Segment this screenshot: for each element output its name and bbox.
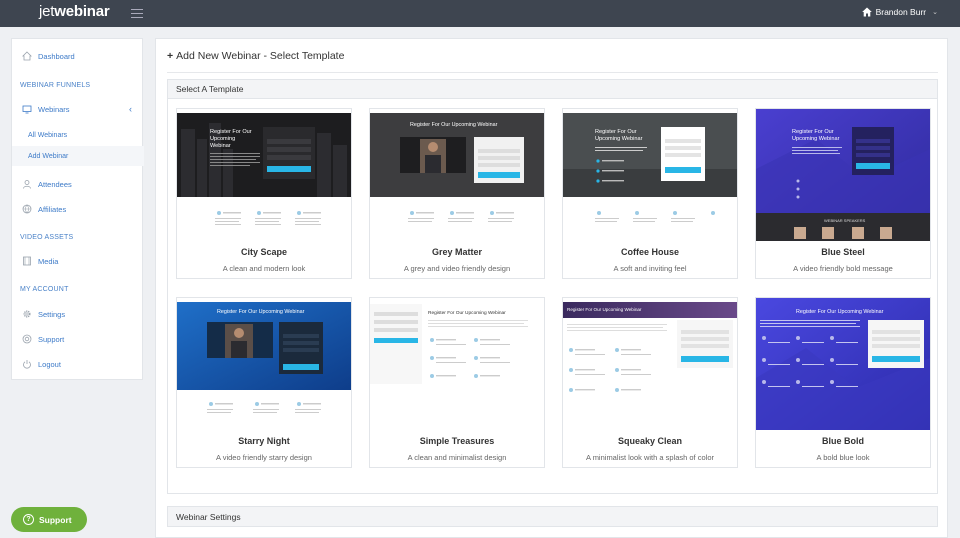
section-my-account: MY ACCOUNT [20,286,69,293]
sidebar-label: Support [38,334,65,344]
template-thumbnail: Register For Our Upcoming Webinar [563,298,737,430]
gear-icon [23,310,31,318]
template-thumbnail: Register For Our Upcoming Webinar WEBINA… [756,109,930,241]
template-description: A clean and modern look [222,264,306,273]
sidebar-item-attendees[interactable]: Attendees [12,173,144,195]
svg-text:WEBINAR SPEAKERS: WEBINAR SPEAKERS [824,218,866,223]
template-panel-header: Select A Template [168,80,937,99]
template-name: Starry Night [238,436,290,446]
support-button[interactable]: ? Support [11,507,87,532]
user-menu[interactable]: Brandon Burr ⌄ [861,7,938,17]
power-icon [23,360,31,369]
sidebar-item-logout[interactable]: Logout [12,353,144,375]
webinar-settings-panel-header[interactable]: Webinar Settings [167,506,938,527]
template-name: Simple Treasures [419,436,495,446]
plus-icon: + [167,50,174,62]
main-content: + Add New Webinar - Select Template Selec… [155,38,948,538]
app-logo[interactable]: jetwebinar [39,3,110,20]
template-card-coffee-house[interactable]: Register For Our Upcoming Webinar Coffee… [562,108,738,279]
template-description: A soft and inviting feel [613,264,687,273]
svg-text:Register For Our Upcoming Webi: Register For Our Upcoming Webinar [410,122,498,128]
section-video-assets: VIDEO ASSETS [20,234,74,241]
sidebar-item-add-webinar[interactable]: Add Webinar [12,146,144,166]
svg-text:Upcoming Webinar: Upcoming Webinar [595,136,643,142]
template-name: Grey Matter [431,247,483,257]
template-description: A video friendly bold message [793,264,893,273]
svg-text:Upcoming: Upcoming [210,136,235,142]
svg-text:Register For Our: Register For Our [210,129,252,135]
logo-light: jet [39,3,55,20]
monitor-icon [22,105,32,114]
svg-text:Register For Our: Register For Our [595,129,637,135]
sidebar-item-support[interactable]: Support [12,328,144,350]
sidebar-label: Webinars [38,104,70,114]
user-icon [23,180,31,189]
template-description: A bold blue look [816,453,870,462]
template-thumbnail: Register For Our Upcoming Webinar [756,298,930,430]
sidebar-item-media[interactable]: Media [12,250,144,272]
question-icon: ? [23,514,34,525]
svg-text:Register For Our: Register For Our [792,129,834,135]
template-card-grey-matter[interactable]: Register For Our Upcoming Webinar Grey M… [369,108,545,279]
template-card-squeaky-clean[interactable]: Register For Our Upcoming Webinar Squeak… [562,297,738,468]
template-thumbnail: Register For Our Upcoming Webinar [177,109,351,241]
sidebar-label: Attendees [38,179,72,189]
logo-bold: webinar [54,3,110,20]
svg-text:Register For Our Upcoming Webi: Register For Our Upcoming Webinar [567,307,642,312]
sidebar-label: Logout [38,359,61,369]
sidebar-item-webinars[interactable]: Webinars ‹ [12,98,144,120]
template-thumbnail: Register For Our Upcoming Webinar [177,298,351,430]
svg-text:Upcoming Webinar: Upcoming Webinar [792,136,840,142]
template-thumbnail: Register For Our Upcoming Webinar [563,109,737,241]
sidebar-label: Media [38,256,59,266]
section-webinar-funnels: WEBINAR FUNNELS [20,82,91,89]
chevron-left-icon: ‹ [129,104,132,114]
sidebar-label: Dashboard [38,51,75,61]
svg-text:Register For Our Upcoming Webi: Register For Our Upcoming Webinar [796,309,884,315]
template-name: Squeaky Clean [617,436,683,446]
sidebar-label: Affiliates [38,204,67,214]
template-description: A grey and video friendly design [403,264,511,273]
sidebar-item-all-webinars[interactable]: All Webinars [12,125,144,145]
template-card-blue-bold[interactable]: Register For Our Upcoming Webinar Blue B… [755,297,931,468]
divider [167,72,938,73]
page-title-text: Add New Webinar - Select Template [176,50,345,62]
template-name: Blue Steel [821,247,865,257]
svg-text:Webinar: Webinar [210,143,231,149]
sidebar: Dashboard WEBINAR FUNNELS Webinars ‹ All… [11,38,144,380]
template-name: Coffee House [620,247,679,257]
template-description: A clean and minimalist design [407,453,507,462]
home-outline-icon [22,51,32,61]
template-name: Blue Bold [822,436,864,446]
template-thumbnail: Register For Our Upcoming Webinar [370,298,544,430]
sidebar-label: Settings [38,309,66,319]
template-card-blue-steel[interactable]: Register For Our Upcoming Webinar WEBINA… [755,108,931,279]
menu-toggle-icon[interactable] [131,9,143,18]
film-icon [23,256,31,266]
top-bar: jetwebinar Brandon Burr ⌄ [0,0,960,27]
template-description: A video friendly starry design [216,453,312,462]
support-button-label: Support [39,514,72,525]
template-thumbnail: Register For Our Upcoming Webinar [370,109,544,241]
chevron-down-icon: ⌄ [932,9,938,16]
page-title: + Add New Webinar - Select Template [167,50,344,62]
globe-icon [22,204,32,214]
user-name: Brandon Burr [875,7,927,17]
template-card-starry-night[interactable]: Register For Our Upcoming Webinar Starry… [176,297,352,468]
template-name: City Scape [240,247,288,257]
sidebar-item-dashboard[interactable]: Dashboard [12,45,144,67]
lifebuoy-icon [22,334,32,344]
sidebar-item-settings[interactable]: Settings [12,303,144,325]
svg-text:Register For Our Upcoming Webi: Register For Our Upcoming Webinar [217,309,305,315]
sidebar-item-affiliates[interactable]: Affiliates [12,198,144,220]
template-panel: Select A Template Register For Our Upcom… [167,79,938,494]
template-card-simple-treasures[interactable]: Register For Our Upcoming Webinar Simple… [369,297,545,468]
home-icon [861,7,872,17]
template-description: A minimalist look with a splash of color [586,453,714,462]
template-card-city-scape[interactable]: Register For Our Upcoming Webinar City S… [176,108,352,279]
svg-text:Register For Our Upcoming Webi: Register For Our Upcoming Webinar [428,310,506,316]
